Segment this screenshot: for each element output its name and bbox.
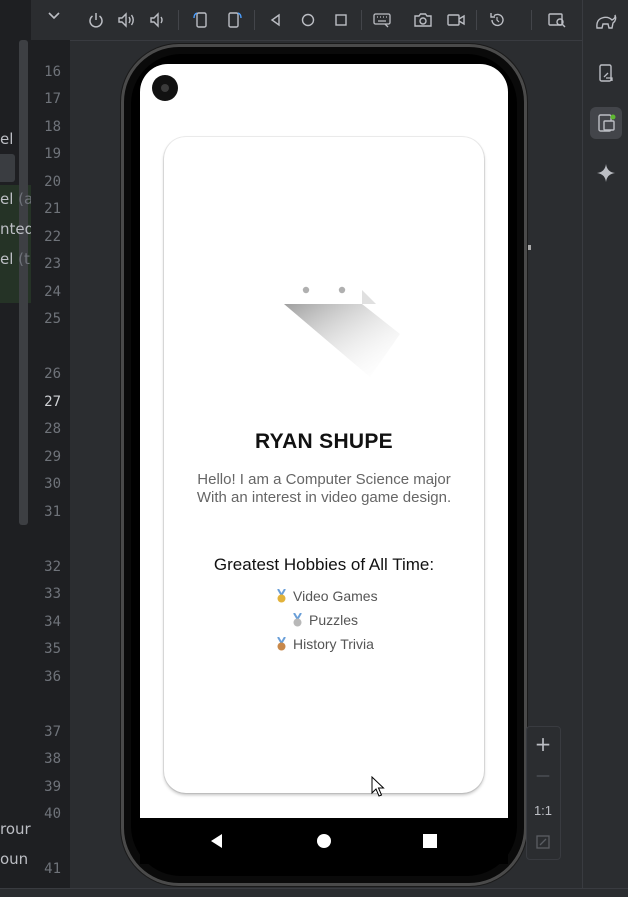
line-number: 38 xyxy=(44,751,61,767)
line-number: 28 xyxy=(44,421,61,437)
zoom-fit-icon[interactable] xyxy=(527,827,559,857)
line-number: 23 xyxy=(44,256,61,272)
line-number: 26 xyxy=(44,366,61,382)
hobbies-title: Greatest Hobbies of All Time: xyxy=(213,555,435,574)
inspect-icon[interactable] xyxy=(546,9,568,31)
editor-selection xyxy=(0,154,15,182)
overview-icon[interactable] xyxy=(330,9,352,31)
toolbar-separator xyxy=(178,10,179,30)
mouse-cursor-icon xyxy=(371,775,385,802)
toolbar-separator xyxy=(254,10,255,30)
line-number: 25 xyxy=(44,311,61,327)
gradle-icon[interactable] xyxy=(590,6,622,38)
zoom-out-button[interactable]: — xyxy=(527,761,559,791)
video-icon[interactable] xyxy=(445,9,467,31)
line-number: 40 xyxy=(44,806,61,822)
line-number: 16 xyxy=(44,64,61,80)
profile-image-placeholder xyxy=(280,282,410,382)
device-manager-icon[interactable] xyxy=(590,57,622,89)
toolbar-separator xyxy=(476,10,477,30)
keyboard-icon[interactable] xyxy=(371,9,393,31)
line-number: 31 xyxy=(44,504,61,520)
code-fragment: nted xyxy=(0,220,35,238)
toolbar-separator xyxy=(361,10,362,30)
editor-scrollbar[interactable] xyxy=(19,40,28,525)
code-fragment: oun xyxy=(0,850,29,868)
bio-line: With an interest in video game design. xyxy=(196,489,452,506)
line-number: 24 xyxy=(44,284,61,300)
camera-icon[interactable] xyxy=(412,9,434,31)
nav-back-icon[interactable] xyxy=(208,832,226,850)
volume-up-icon[interactable] xyxy=(116,9,138,31)
zoom-actual-size-button[interactable]: 1:1 xyxy=(527,795,559,825)
silver-medal-icon xyxy=(292,612,303,627)
hobby-item: History Trivia xyxy=(276,636,374,652)
profile-name: RYAN SHUPE xyxy=(255,430,393,453)
line-number: 29 xyxy=(44,449,61,465)
line-number: 33 xyxy=(44,586,61,602)
code-fragment: el (a xyxy=(0,190,34,208)
code-fragment: el xyxy=(0,130,14,148)
line-number: 22 xyxy=(44,229,61,245)
reset-icon[interactable] xyxy=(486,9,508,31)
line-number: 32 xyxy=(44,559,61,575)
home-icon[interactable] xyxy=(297,9,319,31)
line-number: 35 xyxy=(44,641,61,657)
gold-medal-icon xyxy=(276,588,287,603)
nav-overview-icon[interactable] xyxy=(421,832,439,850)
camera-lens xyxy=(161,84,169,92)
chevron-down-icon[interactable] xyxy=(44,8,64,24)
nav-home-icon[interactable] xyxy=(315,832,333,850)
bronze-medal-icon xyxy=(276,636,287,651)
code-fragment: el (t xyxy=(0,250,30,268)
line-number: 19 xyxy=(44,146,61,162)
running-devices-icon[interactable] xyxy=(590,107,622,139)
line-number: 30 xyxy=(44,476,61,492)
hobby-item: Puzzles xyxy=(292,612,358,628)
zoom-in-button[interactable]: + xyxy=(527,729,559,759)
line-number-current: 27 xyxy=(44,394,61,410)
bio-line: Hello! I am a Computer Science major xyxy=(197,471,451,488)
phone-side-button[interactable] xyxy=(528,245,531,250)
rotate-left-icon[interactable] xyxy=(190,9,212,31)
toolbar-separator xyxy=(531,10,532,30)
line-number: 21 xyxy=(44,201,61,217)
power-icon[interactable] xyxy=(85,9,107,31)
back-icon[interactable] xyxy=(265,9,287,31)
line-number: 39 xyxy=(44,779,61,795)
line-number: 37 xyxy=(44,724,61,740)
profile-card xyxy=(164,137,484,793)
line-number: 34 xyxy=(44,614,61,630)
gemini-sparkle-icon[interactable] xyxy=(590,157,622,189)
line-number: 18 xyxy=(44,119,61,135)
line-number: 41 xyxy=(44,861,61,877)
line-number: 20 xyxy=(44,174,61,190)
volume-down-icon[interactable] xyxy=(147,9,169,31)
hobby-item: Video Games xyxy=(276,588,378,604)
rotate-right-icon[interactable] xyxy=(223,9,245,31)
line-number: 17 xyxy=(44,91,61,107)
line-number: 36 xyxy=(44,669,61,685)
code-fragment: rour xyxy=(0,820,31,838)
